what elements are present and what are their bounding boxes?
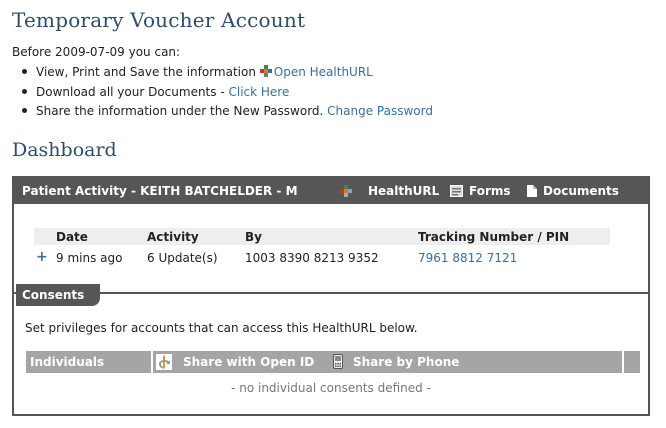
col-activity: Activity bbox=[147, 230, 199, 244]
panel-title: Patient Activity - KEITH BATCHELDER - M bbox=[22, 184, 298, 198]
consents-table-header: Individuals Share with Open ID Share by … bbox=[26, 351, 640, 373]
col-share-openid: Share with Open ID bbox=[183, 355, 315, 369]
bullet-download-text: Download all your Documents - bbox=[36, 85, 229, 99]
bullet-share: Share the information under the New Pass… bbox=[22, 104, 433, 118]
tab-documents[interactable]: Documents bbox=[527, 184, 619, 198]
consents-empty-message: - no individual consents defined - bbox=[231, 381, 431, 395]
col-date: Date bbox=[56, 230, 88, 244]
document-icon bbox=[527, 185, 537, 197]
consents-tab: Consents bbox=[16, 284, 101, 306]
bullet-dot bbox=[22, 108, 27, 113]
activity-table-header: Date Activity By Tracking Number / PIN bbox=[34, 228, 610, 245]
tab-documents-label: Documents bbox=[543, 184, 619, 198]
tab-healthurl-label: HealthURL bbox=[368, 184, 440, 198]
click-here-link[interactable]: Click Here bbox=[228, 85, 289, 99]
col-by: By bbox=[245, 230, 262, 244]
open-healthurl-link[interactable]: Open HealthURL bbox=[274, 65, 373, 79]
col-tracking: Tracking Number / PIN bbox=[418, 230, 570, 244]
bullet-dot bbox=[22, 89, 27, 94]
dashboard-title: Dashboard bbox=[12, 139, 117, 161]
col-share-phone: Share by Phone bbox=[353, 355, 460, 369]
patient-activity-panel: Patient Activity - KEITH BATCHELDER - M … bbox=[12, 176, 650, 416]
bullet-view: View, Print and Save the information Ope… bbox=[22, 65, 373, 79]
tracking-number-link[interactable]: 7961 8812 7121 bbox=[418, 251, 517, 265]
column-divider bbox=[622, 351, 624, 373]
bullet-download: Download all your Documents - Click Here bbox=[22, 85, 289, 99]
page-title: Temporary Voucher Account bbox=[12, 8, 306, 32]
healthurl-icon bbox=[259, 65, 272, 77]
healthurl-icon bbox=[340, 185, 352, 197]
intro-text: Before 2009-07-09 you can: bbox=[12, 45, 181, 59]
bullet-view-text: View, Print and Save the information bbox=[36, 65, 256, 79]
consents-divider bbox=[14, 292, 648, 294]
panel-header: Patient Activity - KEITH BATCHELDER - M … bbox=[14, 178, 648, 204]
bullet-dot bbox=[22, 69, 27, 74]
bullet-share-text: Share the information under the New Pass… bbox=[36, 104, 328, 118]
column-divider bbox=[151, 351, 153, 373]
row-by: 1003 8390 8213 9352 bbox=[245, 251, 379, 265]
forms-icon bbox=[450, 185, 463, 197]
row-date: 9 mins ago bbox=[56, 251, 123, 265]
col-individuals: Individuals bbox=[30, 355, 105, 369]
tab-healthurl[interactable]: HealthURL bbox=[340, 184, 439, 198]
consents-description: Set privileges for accounts that can acc… bbox=[25, 321, 418, 335]
phone-icon[interactable] bbox=[333, 354, 343, 369]
row-activity: 6 Update(s) bbox=[147, 251, 218, 265]
tab-forms[interactable]: Forms bbox=[450, 184, 511, 198]
tab-forms-label: Forms bbox=[469, 184, 511, 198]
change-password-link[interactable]: Change Password bbox=[327, 104, 433, 118]
openid-icon[interactable] bbox=[156, 354, 172, 370]
expand-row-button[interactable]: + bbox=[36, 249, 48, 265]
